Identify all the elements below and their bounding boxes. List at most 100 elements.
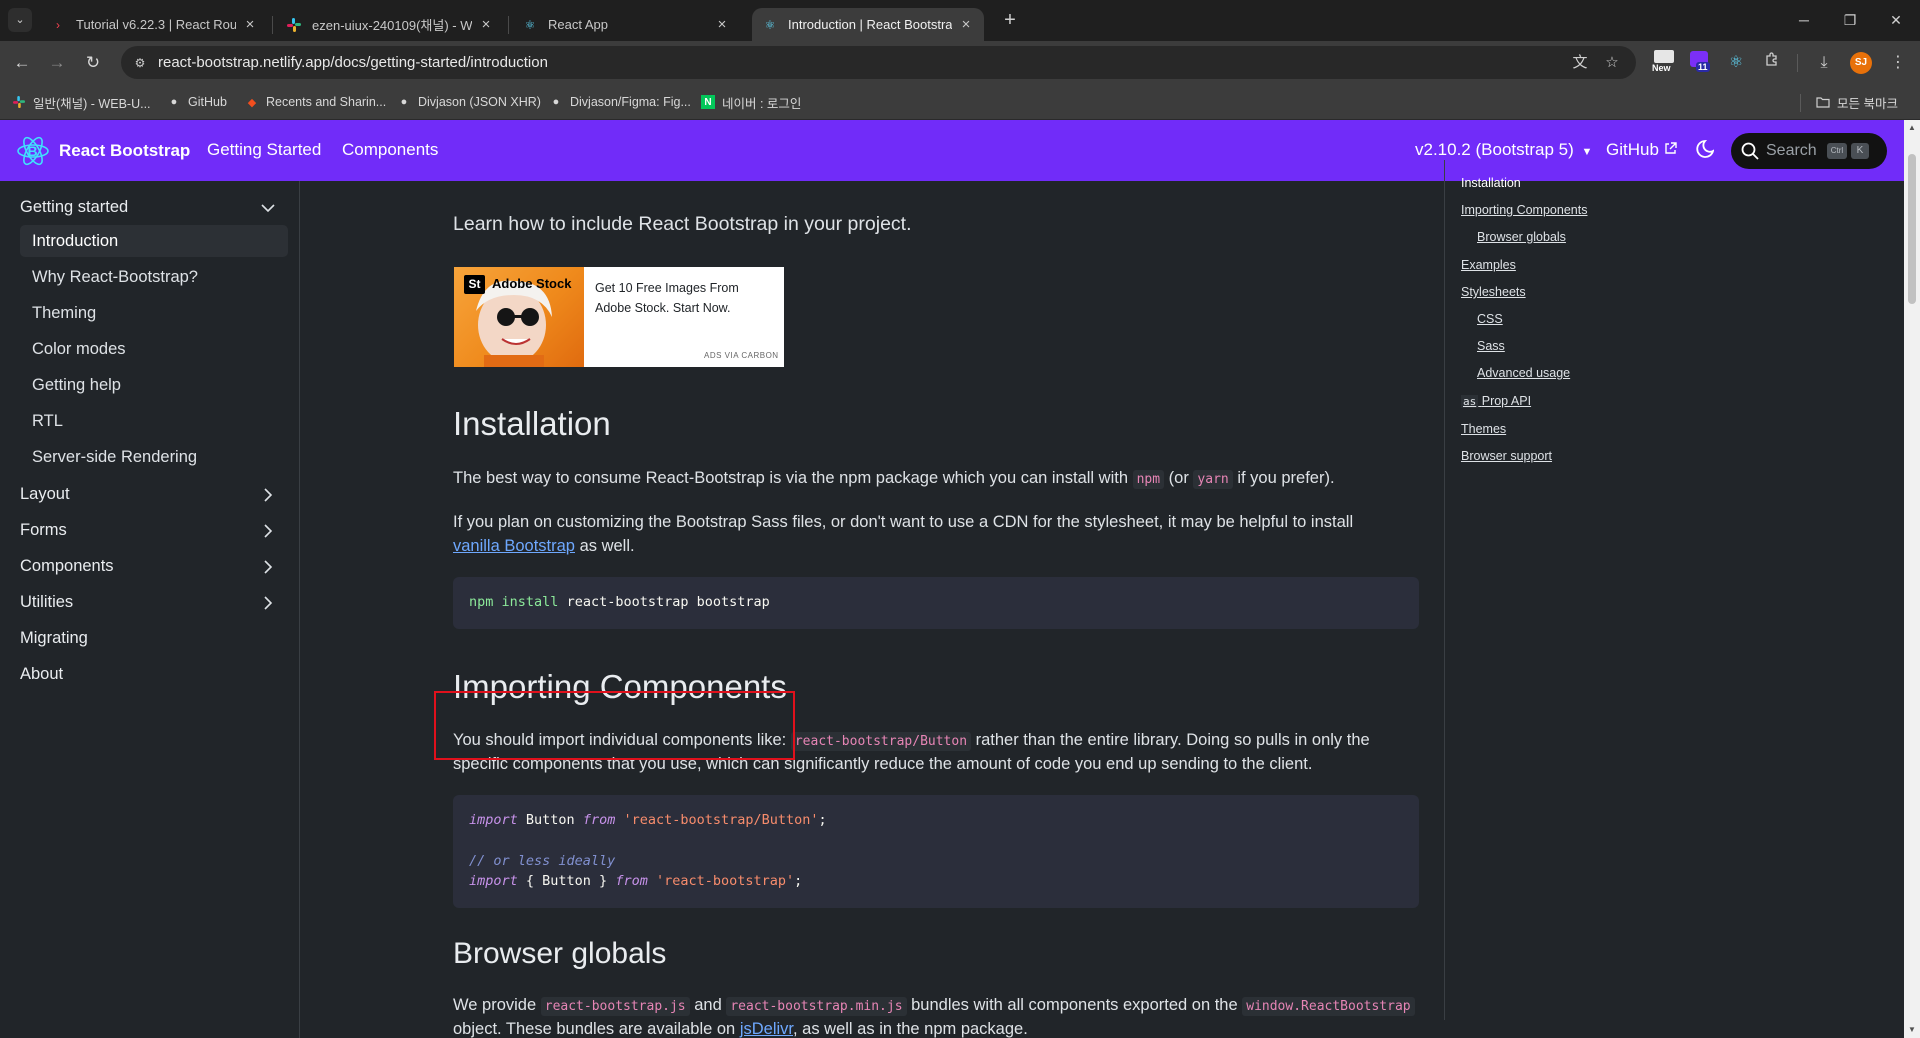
- chevron-right-icon[interactable]: [260, 595, 276, 611]
- version-dropdown[interactable]: v2.10.2 (Bootstrap 5) ▼: [1415, 140, 1592, 160]
- sidebar-group-forms[interactable]: Forms: [20, 516, 67, 544]
- toc-prop-api[interactable]: as Prop API: [1461, 394, 1531, 408]
- toc-installation[interactable]: Installation: [1461, 176, 1521, 190]
- github-link[interactable]: GitHub: [1606, 140, 1677, 160]
- extensions-puzzle-icon[interactable]: [1760, 51, 1784, 75]
- tab-search-menu-button[interactable]: ⌄: [8, 8, 32, 32]
- browser-menu-icon[interactable]: ⋮: [1886, 51, 1910, 75]
- ad-text-line1[interactable]: Get 10 Free Images From: [595, 281, 739, 295]
- globals-paragraph-line1: We provide react-bootstrap.js and react-…: [453, 993, 1415, 1019]
- new-tab-button[interactable]: +: [997, 8, 1023, 34]
- browser-tab-slack[interactable]: ezen-uiux-240109(채널) - WEB ×: [276, 8, 504, 41]
- scrollbar-thumb[interactable]: [1908, 154, 1916, 304]
- bookmark-slack[interactable]: 일반(채널) - WEB-U...: [12, 92, 151, 112]
- sidebar-item-color-modes[interactable]: Color modes: [20, 333, 288, 365]
- profile-avatar[interactable]: SJ: [1850, 52, 1872, 74]
- sidebar-item-migrating[interactable]: Migrating: [20, 624, 88, 652]
- site-info-icon[interactable]: ⚙: [131, 54, 149, 72]
- bookmark-naver[interactable]: N 네이버 : 로그인: [701, 92, 801, 112]
- toc-importing-components[interactable]: Importing Components: [1461, 203, 1587, 217]
- close-tab-icon[interactable]: ×: [958, 16, 974, 33]
- bookmark-star-icon[interactable]: ☆: [1602, 53, 1622, 73]
- install-command-codeblock[interactable]: npm install react-bootstrap bootstrap: [453, 577, 1419, 629]
- slack-icon: [286, 17, 302, 33]
- sidebar-item-getting-help[interactable]: Getting help: [20, 369, 288, 401]
- close-tab-icon[interactable]: ×: [714, 16, 730, 33]
- chevron-right-icon[interactable]: [260, 559, 276, 575]
- reload-button[interactable]: ↻: [79, 49, 107, 77]
- react-devtools-icon[interactable]: ⚛: [1724, 51, 1748, 75]
- bookmark-label: 네이버 : 로그인: [722, 96, 802, 111]
- ad-image[interactable]: St Adobe Stock: [454, 267, 584, 367]
- bookmark-divjason-figma[interactable]: ● Divjason/Figma: Fig...: [549, 92, 691, 112]
- sidebar-item-why-react-bootstrap[interactable]: Why React-Bootstrap?: [20, 261, 288, 293]
- scroll-down-arrow-icon[interactable]: ▼: [1904, 1022, 1920, 1038]
- scroll-up-arrow-icon[interactable]: ▲: [1904, 120, 1920, 136]
- token-string: 'react-bootstrap/Button': [615, 812, 819, 828]
- search-button[interactable]: Search Ctrl K: [1731, 133, 1887, 169]
- all-bookmarks-button[interactable]: 모든 북마크: [1816, 92, 1898, 112]
- carbon-ad[interactable]: St Adobe Stock Get 10 Free Images From A…: [454, 267, 784, 367]
- sidebar-item-about[interactable]: About: [20, 660, 63, 688]
- react-bootstrap-icon: ⚛: [764, 17, 776, 32]
- toc-themes[interactable]: Themes: [1461, 422, 1506, 436]
- sidebar-group-layout[interactable]: Layout: [20, 480, 70, 508]
- chevron-right-icon[interactable]: [260, 487, 276, 503]
- bookmark-github[interactable]: ● GitHub: [167, 92, 227, 112]
- browser-toolbar: ← → ↻ ⚙ react-bootstrap.netlify.app/docs…: [0, 41, 1920, 84]
- theme-toggle-moon-icon[interactable]: [1692, 138, 1715, 162]
- vanilla-bootstrap-link[interactable]: vanilla Bootstrap: [453, 537, 575, 555]
- chevron-down-icon[interactable]: [260, 200, 276, 216]
- download-icon[interactable]: ⤓: [1812, 51, 1836, 75]
- external-link-icon: [1664, 140, 1677, 159]
- tab-title: ezen-uiux-240109(채널) - WEB: [312, 18, 472, 33]
- url-text[interactable]: react-bootstrap.netlify.app/docs/getting…: [158, 54, 548, 71]
- browser-tab-react-router[interactable]: › Tutorial v6.22.3 | React Router ×: [40, 8, 268, 41]
- code-line: import { Button } from 'react-bootstrap'…: [469, 873, 802, 889]
- toc-label: Prop API: [1481, 394, 1532, 408]
- toc-browser-globals[interactable]: Browser globals: [1477, 230, 1566, 244]
- close-tab-icon[interactable]: ×: [242, 16, 258, 33]
- sidebar-group-utilities[interactable]: Utilities: [20, 588, 73, 616]
- bookmark-figma[interactable]: ◆ Recents and Sharin...: [245, 92, 386, 112]
- sidebar-group-components[interactable]: Components: [20, 552, 114, 580]
- sidebar-item-theming[interactable]: Theming: [20, 297, 288, 329]
- import-example-codeblock[interactable]: import Button from 'react-bootstrap/Butt…: [453, 795, 1419, 908]
- browser-tab-react-bootstrap[interactable]: ⚛ Introduction | React Bootstrap ×: [752, 8, 984, 41]
- bookmark-divjason-json[interactable]: ● Divjason (JSON XHR): [397, 92, 541, 112]
- close-window-button[interactable]: ✕: [1873, 0, 1919, 41]
- bookmark-label: 모든 북마크: [1837, 96, 1898, 111]
- sidebar-item-introduction[interactable]: Introduction: [20, 225, 288, 257]
- nav-link-getting-started[interactable]: Getting Started: [207, 140, 321, 160]
- back-button[interactable]: ←: [8, 49, 36, 77]
- close-tab-icon[interactable]: ×: [478, 16, 494, 33]
- page-scrollbar[interactable]: ▲ ▼: [1904, 120, 1920, 1038]
- toc-examples[interactable]: Examples: [1461, 258, 1516, 272]
- address-bar[interactable]: ⚙ react-bootstrap.netlify.app/docs/getti…: [121, 46, 1636, 79]
- brand-link[interactable]: B React Bootstrap: [16, 134, 190, 168]
- bookmarks-divider: [1800, 94, 1801, 112]
- translate-icon[interactable]: 文: [1570, 53, 1590, 73]
- chevron-right-icon[interactable]: [260, 523, 276, 539]
- sidebar-item-rtl[interactable]: RTL: [20, 405, 288, 437]
- toc-css[interactable]: CSS: [1477, 312, 1503, 326]
- minimize-button[interactable]: ─: [1781, 0, 1827, 41]
- nav-link-components[interactable]: Components: [342, 140, 438, 160]
- sidebar-item-server-side-rendering[interactable]: Server-side Rendering: [20, 441, 288, 473]
- toc-advanced-usage[interactable]: Advanced usage: [1477, 366, 1570, 380]
- token-args: react-bootstrap bootstrap: [566, 594, 770, 610]
- forward-button[interactable]: →: [43, 49, 71, 77]
- sidebar-section-getting-started[interactable]: Getting started: [20, 193, 128, 221]
- toc-stylesheets[interactable]: Stylesheets: [1461, 285, 1526, 299]
- installation-paragraph-2-line2: vanilla Bootstrap as well.: [453, 534, 635, 558]
- toc-browser-support[interactable]: Browser support: [1461, 449, 1552, 463]
- browser-tab-react-app[interactable]: ⚛ React App ×: [512, 8, 740, 41]
- jsdelivr-link[interactable]: jsDelivr: [740, 1020, 793, 1038]
- toc-sass[interactable]: Sass: [1477, 339, 1505, 353]
- github-label: GitHub: [1606, 140, 1659, 159]
- ad-via-carbon[interactable]: ADS VIA CARBON: [704, 351, 779, 360]
- calendar-extension-icon[interactable]: 11: [1690, 51, 1712, 73]
- restore-button[interactable]: ❐: [1827, 0, 1873, 41]
- ad-text-line2[interactable]: Adobe Stock. Start Now.: [595, 301, 731, 315]
- new-extension-icon[interactable]: New: [1652, 50, 1676, 74]
